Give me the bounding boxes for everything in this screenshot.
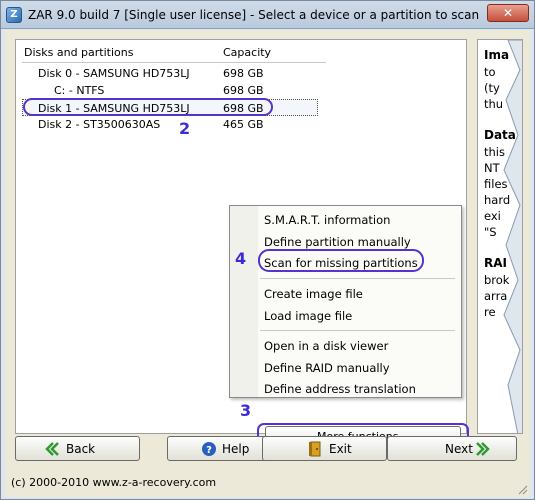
app-icon: Z bbox=[6, 7, 22, 23]
menu-separator bbox=[260, 330, 455, 331]
column-header-capacity[interactable]: Capacity bbox=[223, 46, 271, 59]
title-bar[interactable]: Z ZAR 9.0 build 7 [Single user license] … bbox=[1, 1, 534, 29]
menu-item-define-partition[interactable]: Define partition manually bbox=[264, 235, 411, 249]
app-window: Z ZAR 9.0 build 7 [Single user license] … bbox=[0, 0, 535, 500]
exit-door-icon bbox=[309, 441, 321, 457]
disk-name: Disk 0 - SAMSUNG HD753LJ bbox=[38, 67, 190, 80]
help-text: exi bbox=[484, 209, 501, 223]
help-text: re bbox=[484, 305, 496, 319]
next-button[interactable]: Next bbox=[387, 436, 517, 461]
back-button[interactable]: Back bbox=[15, 436, 140, 461]
help-label: Help bbox=[222, 442, 250, 456]
annotation-highlight-scan bbox=[258, 249, 424, 272]
help-panel: Ima to (ty thu Data this NT files hard e… bbox=[477, 39, 523, 434]
next-label: Next bbox=[445, 442, 473, 456]
exit-label: Exit bbox=[329, 442, 352, 456]
annotation-number-3: 3 bbox=[240, 401, 252, 420]
help-text: NT bbox=[484, 161, 500, 175]
exit-button[interactable]: Exit bbox=[262, 436, 387, 461]
menu-item-disk-viewer[interactable]: Open in a disk viewer bbox=[264, 339, 388, 353]
more-functions-menu: S.M.A.R.T. information Define partition … bbox=[229, 205, 462, 398]
disk-row-disk2[interactable]: Disk 2 - ST3500630AS 465 GB bbox=[22, 116, 318, 133]
back-arrow-icon bbox=[45, 442, 59, 456]
menu-item-address-translation[interactable]: Define address translation bbox=[264, 382, 416, 396]
partition-row-c[interactable]: C: - NTFS 698 GB bbox=[22, 82, 318, 99]
disk-row-disk0[interactable]: Disk 0 - SAMSUNG HD753LJ 698 GB bbox=[22, 65, 318, 82]
menu-gutter bbox=[230, 206, 258, 397]
help-text: (ty bbox=[484, 81, 500, 95]
disk-name: Disk 2 - ST3500630AS bbox=[38, 118, 161, 131]
close-button[interactable]: ✕ bbox=[487, 4, 529, 22]
resize-grip-icon[interactable] bbox=[516, 483, 528, 495]
header-divider bbox=[22, 62, 326, 63]
disk-list-panel: Disks and partitions Capacity Disk 0 - S… bbox=[15, 39, 467, 434]
disk-capacity: 465 GB bbox=[223, 118, 264, 131]
annotation-number-2: 2 bbox=[179, 119, 191, 138]
help-icon: ? bbox=[202, 442, 216, 456]
menu-item-load-image[interactable]: Load image file bbox=[264, 309, 352, 323]
partition-name: C: - NTFS bbox=[54, 84, 105, 97]
menu-separator bbox=[260, 278, 455, 279]
next-arrow-icon bbox=[476, 442, 490, 456]
annotation-number-4: 4 bbox=[235, 249, 247, 268]
menu-item-define-raid[interactable]: Define RAID manually bbox=[264, 361, 390, 375]
copyright-text: (c) 2000-2010 www.z-a-recovery.com bbox=[11, 476, 217, 489]
client-area: Disks and partitions Capacity Disk 0 - S… bbox=[5, 30, 530, 497]
help-text: "S bbox=[484, 225, 497, 239]
menu-item-smart[interactable]: S.M.A.R.T. information bbox=[264, 213, 390, 227]
disk-capacity: 698 GB bbox=[223, 67, 264, 80]
torn-edge-decoration bbox=[503, 40, 522, 433]
partition-capacity: 698 GB bbox=[223, 84, 264, 97]
column-header-disks[interactable]: Disks and partitions bbox=[24, 46, 133, 59]
back-label: Back bbox=[66, 442, 96, 456]
window-title: ZAR 9.0 build 7 [Single user license] - … bbox=[28, 8, 480, 22]
svg-text:?: ? bbox=[206, 445, 212, 456]
annotation-highlight-disk1 bbox=[23, 98, 273, 116]
help-text: to bbox=[484, 65, 496, 79]
help-text: thu bbox=[484, 97, 504, 111]
menu-item-create-image[interactable]: Create image file bbox=[264, 287, 363, 301]
